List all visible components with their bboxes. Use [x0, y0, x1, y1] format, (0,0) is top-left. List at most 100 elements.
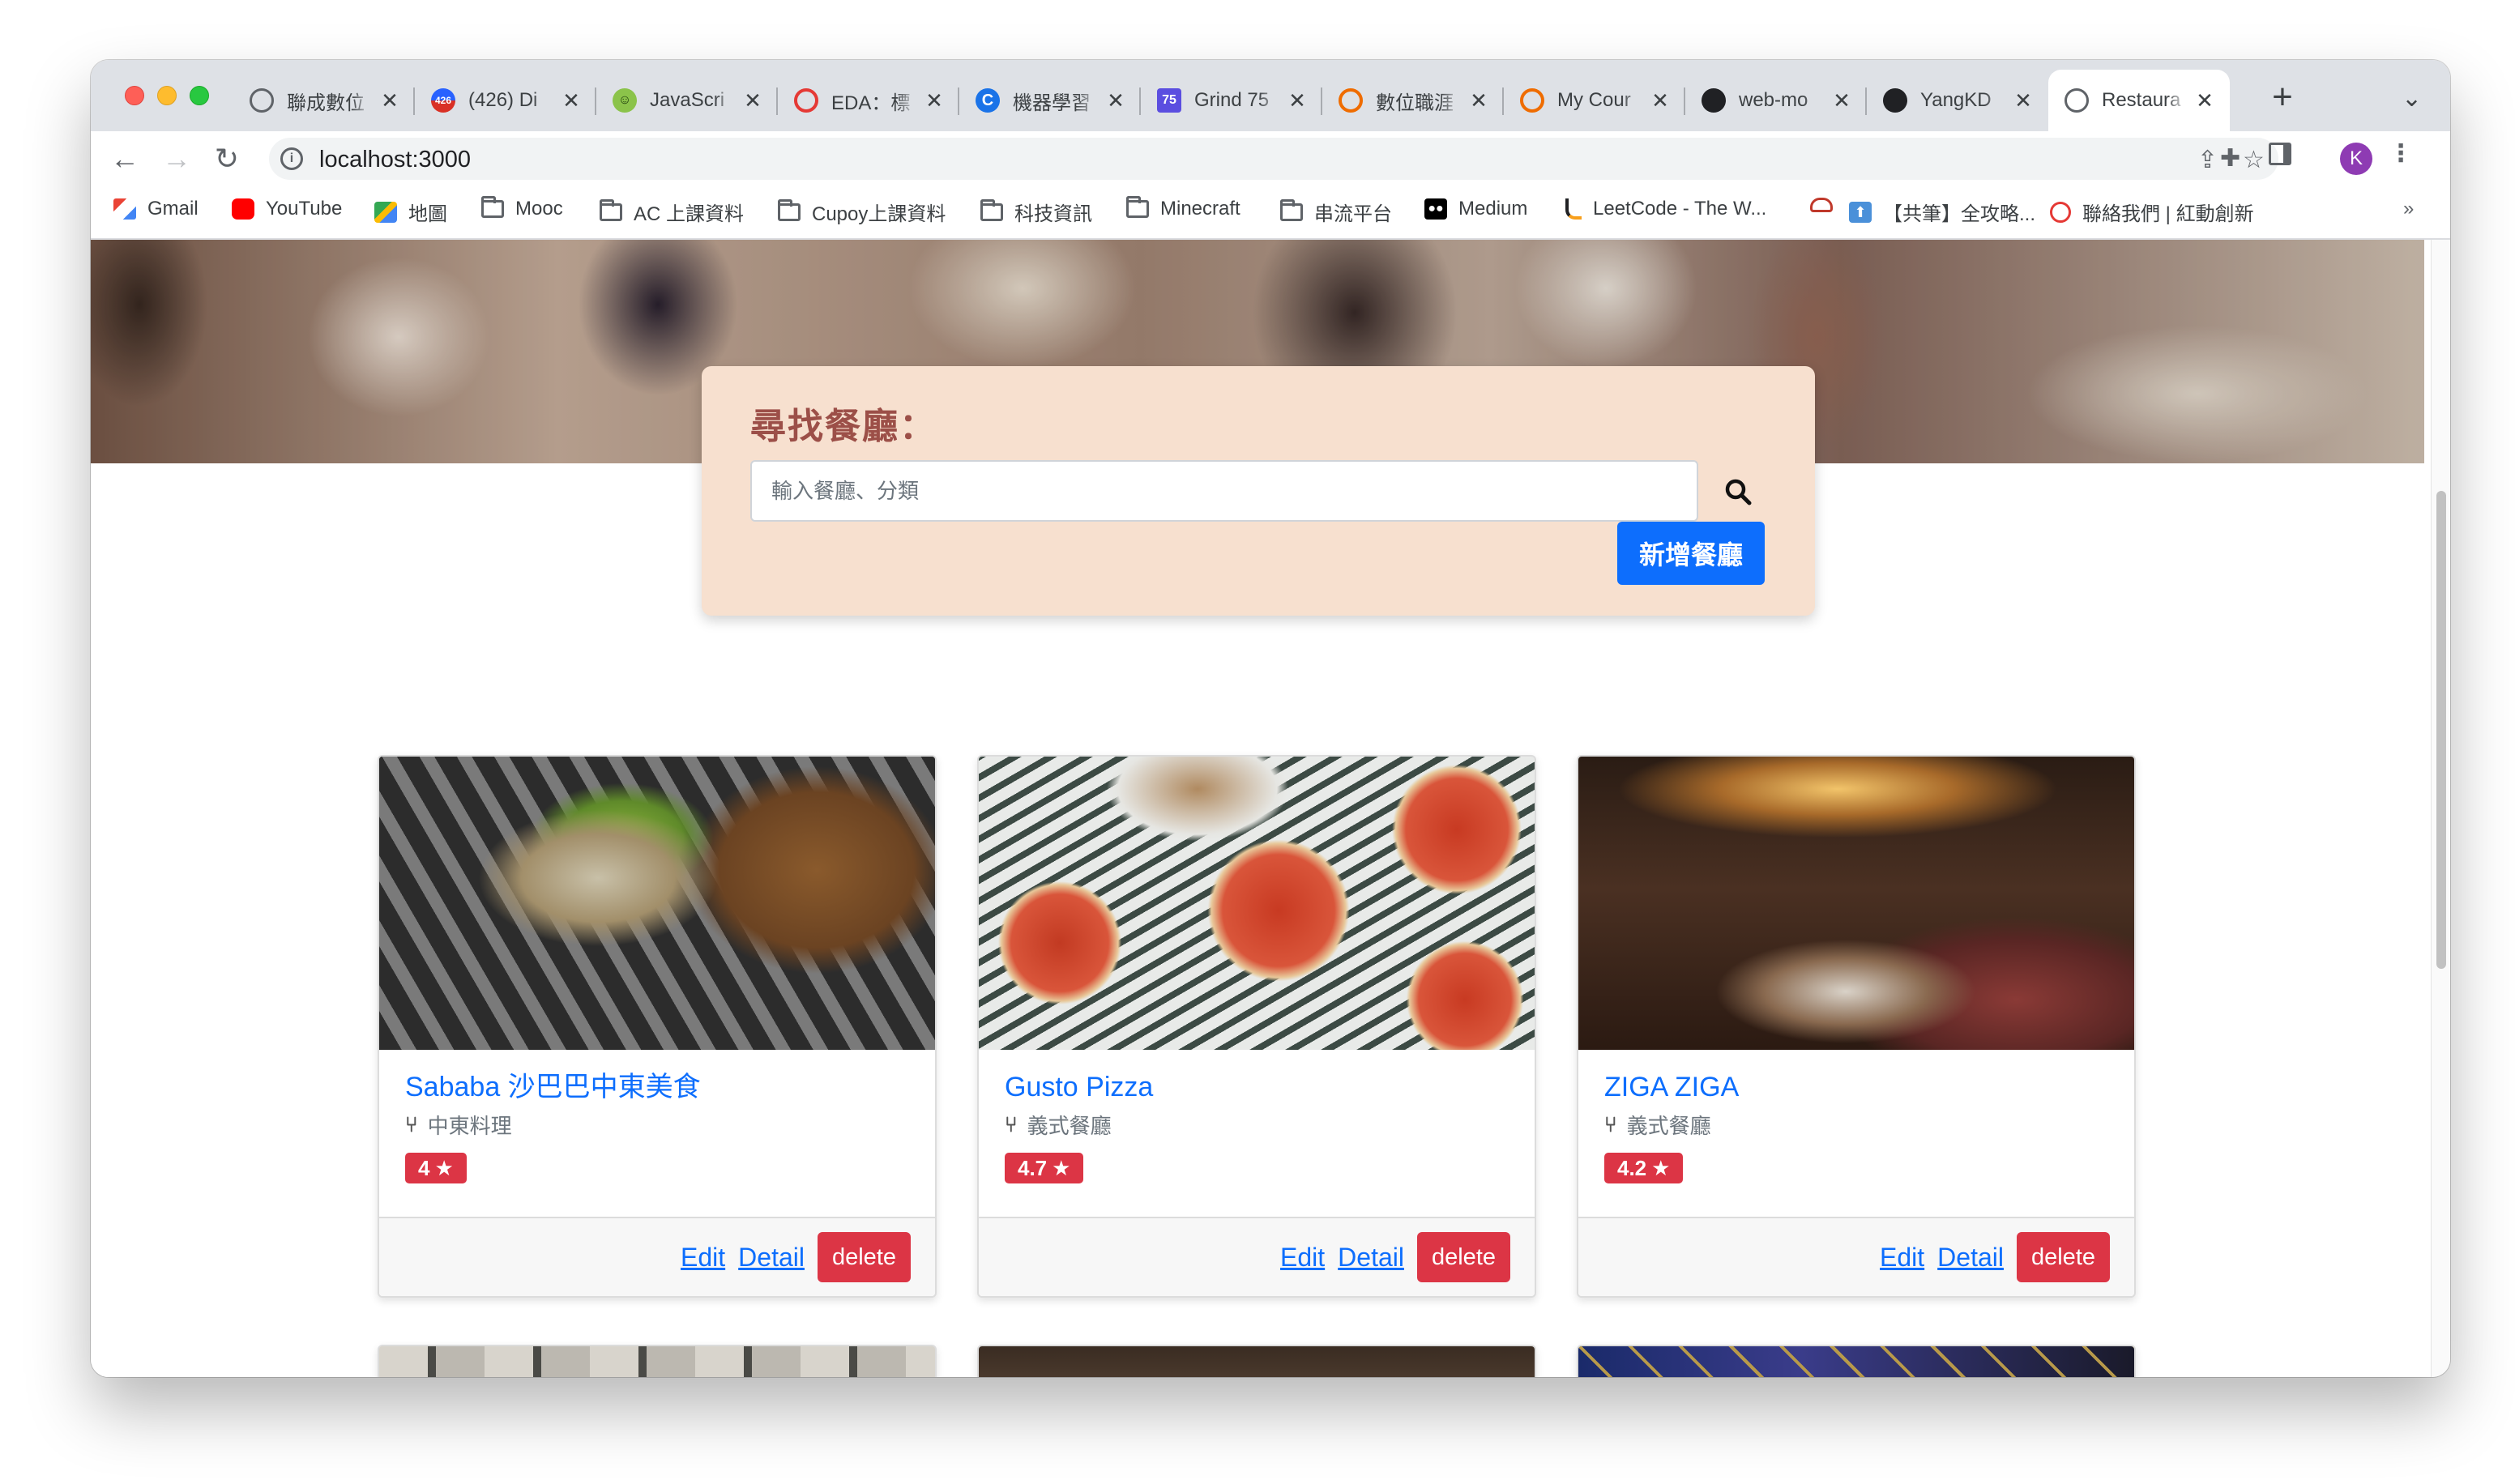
bookmark-notes[interactable]: ⬆ 【共筆】全攻略...	[1849, 198, 2035, 226]
close-icon[interactable]: ✕	[2194, 88, 2215, 113]
restaurant-category: ⑂ 中東料理	[405, 1110, 909, 1140]
restaurant-photo	[979, 757, 1535, 1050]
globe-icon	[250, 88, 274, 113]
delete-button[interactable]: delete	[2016, 1232, 2110, 1282]
restaurant-photo	[1578, 757, 2134, 1050]
tab-6[interactable]: 數位職涯 ✕	[1322, 70, 1504, 131]
edit-link[interactable]: Edit	[681, 1243, 725, 1273]
close-icon[interactable]: ✕	[561, 88, 582, 113]
bookmark-star-icon[interactable]: ☆	[2243, 146, 2265, 174]
detail-link[interactable]: Detail	[738, 1243, 805, 1273]
bookmark-folder-ac[interactable]: AC 上課資料	[600, 198, 744, 226]
page-scrollbar[interactable]	[2431, 240, 2450, 1377]
utensils-icon: ⑂	[405, 1112, 418, 1136]
restaurant-name-link[interactable]: ZIGA ZIGA	[1604, 1071, 2108, 1103]
close-icon[interactable]: ✕	[1650, 88, 1671, 113]
detail-link[interactable]: Detail	[1338, 1243, 1404, 1273]
bookmark-folder-cupoy[interactable]: Cupoy上課資料	[778, 198, 946, 226]
tab-2[interactable]: ☺ JavaScri ✕	[596, 70, 778, 131]
side-panel-icon[interactable]	[2269, 143, 2291, 165]
card-footer: Edit Detail delete	[1578, 1217, 2134, 1296]
scrollbar-thumb[interactable]	[2436, 491, 2446, 969]
tab-badge: 426	[434, 95, 452, 106]
tab-1[interactable]: 426 (426) Di ✕	[415, 70, 596, 131]
detail-link[interactable]: Detail	[1937, 1243, 2004, 1273]
tab-4[interactable]: C 機器學習 ✕	[959, 70, 1141, 131]
close-icon[interactable]: ✕	[1831, 88, 1852, 113]
close-icon[interactable]: ✕	[1287, 88, 1308, 113]
edit-link[interactable]: Edit	[1280, 1243, 1325, 1273]
category-label: 義式餐廳	[1626, 1114, 1711, 1138]
bookmark-leetcode[interactable]: LeetCode - The W...	[1565, 198, 1766, 220]
utensils-icon: ⑂	[1604, 1112, 1617, 1136]
browser-toolbar: ← → ↻ i localhost:3000 ⇪ ☆ ✚ K ⋮	[91, 131, 2450, 186]
restaurant-name-link[interactable]: Gusto Pizza	[1005, 1071, 1509, 1103]
bookmarks-overflow-icon[interactable]: »	[2403, 198, 2414, 220]
bookmark-car[interactable]	[1810, 198, 1833, 212]
car-icon	[1810, 198, 1833, 212]
bookmark-label: 串流平台	[1314, 203, 1392, 225]
delete-button[interactable]: delete	[1416, 1232, 1510, 1282]
restaurant-card-partial	[977, 1345, 1536, 1377]
bookmark-redmotion[interactable]: 聯絡我們 | 紅動創新	[2050, 198, 2254, 226]
bookmark-folder-tech[interactable]: 科技資訊	[980, 198, 1092, 226]
tab-8[interactable]: web-mo ✕	[1685, 70, 1867, 131]
edit-link[interactable]: Edit	[1880, 1243, 1924, 1273]
new-tab-button[interactable]: +	[2262, 79, 2303, 120]
gmail-icon	[113, 198, 136, 220]
bookmark-label: Mooc	[515, 198, 563, 220]
github-icon	[1702, 88, 1726, 113]
tab-title: Restaura	[2102, 89, 2181, 111]
tab-7[interactable]: My Cour ✕	[1504, 70, 1685, 131]
star-icon: ★	[1052, 1155, 1071, 1180]
search-button[interactable]	[1710, 463, 1766, 520]
add-restaurant-button[interactable]: 新增餐廳	[1617, 522, 1765, 585]
javascript-icon: ☺	[613, 88, 637, 113]
bookmark-folder-streaming[interactable]: 串流平台	[1280, 198, 1392, 226]
bookmarks-bar: Gmail YouTube 地圖 Mooc AC 上課資料 Cupoy上課資料 …	[91, 186, 2450, 240]
grind75-icon: 75	[1157, 88, 1181, 113]
chevron-down-icon[interactable]: ⌄	[2402, 84, 2422, 113]
tab-10-active[interactable]: Restaura ✕	[2048, 70, 2230, 131]
close-icon[interactable]: ✕	[924, 88, 945, 113]
tab-3[interactable]: EDA：標 ✕	[778, 70, 959, 131]
tab-title: JavaScri	[650, 89, 725, 111]
close-window-button[interactable]	[125, 86, 144, 105]
globe-icon	[2065, 88, 2089, 113]
redmotion-icon	[2050, 201, 2071, 223]
close-icon[interactable]: ✕	[2013, 88, 2034, 113]
bookmark-maps[interactable]: 地圖	[374, 198, 447, 226]
restaurant-card: ZIGA ZIGA ⑂ 義式餐廳 4.2 ★ Edit Detail delet…	[1577, 755, 2136, 1298]
bookmark-medium[interactable]: ●● Medium	[1424, 198, 1527, 220]
close-icon[interactable]: ✕	[1105, 88, 1126, 113]
tab-title: EDA：標	[831, 92, 911, 114]
search-input[interactable]	[750, 460, 1698, 522]
reload-icon[interactable]: ↻	[209, 141, 245, 177]
back-arrow-icon[interactable]: ←	[107, 141, 143, 177]
address-bar[interactable]: i localhost:3000 ⇪ ☆	[269, 138, 2278, 180]
folder-icon	[481, 196, 504, 218]
restaurant-photo	[979, 1346, 1535, 1377]
tab-0[interactable]: 聯成數位 ✕	[233, 70, 415, 131]
bookmark-label: 科技資訊	[1014, 203, 1092, 225]
close-icon[interactable]: ✕	[1468, 88, 1489, 113]
restaurant-name-link[interactable]: Sababa 沙巴巴中東美食	[405, 1071, 909, 1103]
delete-button[interactable]: delete	[817, 1232, 911, 1282]
bookmark-gmail[interactable]: Gmail	[113, 198, 199, 220]
bookmark-folder-minecraft[interactable]: Minecraft	[1126, 196, 1240, 220]
avatar[interactable]: K	[2340, 143, 2372, 175]
minimize-window-button[interactable]	[157, 86, 177, 105]
close-icon[interactable]: ✕	[379, 88, 400, 113]
kebab-menu-icon[interactable]: ⋮	[2389, 139, 2413, 168]
tab-5[interactable]: 75 Grind 75 ✕	[1141, 70, 1322, 131]
close-icon[interactable]: ✕	[742, 88, 763, 113]
info-icon[interactable]: i	[280, 147, 303, 170]
tab-9[interactable]: YangKD ✕	[1867, 70, 2048, 131]
maximize-window-button[interactable]	[190, 86, 209, 105]
bookmark-youtube[interactable]: YouTube	[232, 198, 342, 220]
forward-arrow-icon[interactable]: →	[159, 141, 194, 177]
url-text[interactable]: localhost:3000	[319, 147, 471, 173]
extensions-icon[interactable]: ✚	[2220, 144, 2240, 173]
bookmark-folder-mooc[interactable]: Mooc	[481, 196, 563, 220]
share-icon[interactable]: ⇪	[2197, 146, 2218, 174]
